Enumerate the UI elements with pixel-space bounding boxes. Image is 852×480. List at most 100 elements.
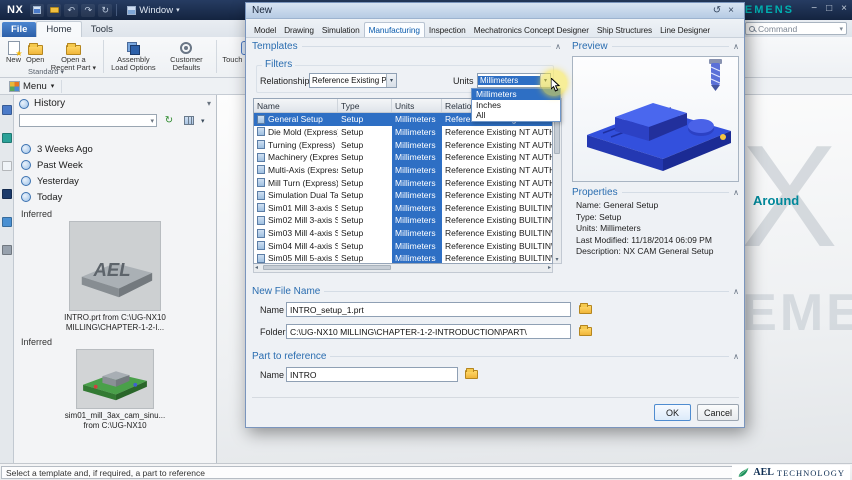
chevron-down-icon: ▾ [176, 7, 180, 14]
resource-bar [0, 95, 14, 463]
history-panel: History ▾ ▾ ↻ ▾ 3 Weeks Ago Past Week Ye… [14, 95, 217, 463]
folder-path-input[interactable] [286, 324, 571, 339]
refresh-icon[interactable]: ↻ [161, 114, 177, 127]
clock-icon [21, 144, 31, 154]
units-option-inches[interactable]: Inches [472, 100, 560, 111]
history-thumbnail-sim01[interactable] [76, 349, 154, 409]
resource-bar-icon[interactable] [1, 245, 12, 255]
template-row[interactable]: Machinery (Express) Setup Millimeters Re… [254, 150, 552, 164]
browse-folder-button[interactable] [576, 324, 594, 339]
collapse-chevron-icon[interactable]: ∧ [733, 188, 739, 197]
inferred-label: Inferred [21, 337, 53, 347]
template-row[interactable]: Sim03 Mill 4-axis Si... Setup Millimeter… [254, 226, 552, 240]
save-icon[interactable] [30, 3, 45, 17]
open-folder-icon [27, 40, 43, 56]
history-group-item[interactable]: 3 Weeks Ago [14, 141, 216, 157]
tab-manufacturing[interactable]: Manufacturing [363, 22, 425, 37]
column-header-type[interactable]: Type [338, 99, 392, 112]
column-header-units[interactable]: Units [392, 99, 442, 112]
search-icon [749, 25, 755, 32]
template-row[interactable]: Sim01 Mill 3-axis Si... Setup Millimeter… [254, 201, 552, 215]
tab-ship-structures[interactable]: Ship Structures [593, 23, 656, 37]
browse-file-button[interactable] [576, 302, 594, 317]
assembly-load-options-button[interactable]: Assembly Load Options [107, 39, 159, 74]
resource-bar-icon[interactable] [1, 217, 12, 227]
template-icon [257, 190, 265, 200]
resource-bar-icon[interactable] [1, 189, 12, 199]
vertical-scrollbar[interactable]: ▴ ▾ [553, 98, 562, 264]
minimize-button[interactable]: − [811, 3, 817, 14]
panel-menu-icon[interactable]: ▾ [207, 99, 211, 108]
template-row[interactable]: Sim02 Mill 3-axis Si... Setup Millimeter… [254, 214, 552, 227]
horizontal-scrollbar[interactable]: ◂ ▸ [253, 264, 553, 273]
history-item-caption: sim01_mill_3ax_cam_sinu... from C:\UG-NX… [64, 411, 166, 430]
template-row[interactable]: Sim05 Mill 5-axis Si... Setup Millimeter… [254, 252, 552, 263]
column-header-name[interactable]: Name [254, 99, 338, 112]
menu-button[interactable]: Menu ▾ [3, 79, 63, 93]
window-menu[interactable]: Window ▾ [127, 4, 180, 16]
reset-icon[interactable]: ↺ [710, 5, 724, 16]
history-group-item[interactable]: Today [14, 189, 216, 205]
file-name-input[interactable] [286, 302, 571, 317]
history-group-item[interactable]: Yesterday [14, 173, 216, 189]
chevron-down-icon[interactable]: ▾ [201, 117, 205, 125]
history-group-item[interactable]: Past Week [14, 157, 216, 173]
close-button[interactable]: × [841, 3, 847, 14]
resource-bar-icon[interactable] [1, 161, 12, 171]
folder-icon [578, 303, 592, 314]
tab-line-designer[interactable]: Line Designer [656, 23, 714, 37]
tab-tools[interactable]: Tools [82, 22, 122, 37]
template-row[interactable]: Turning (Express) Setup Millimeters Refe… [254, 138, 552, 151]
tab-mechatronics-concept-designer[interactable]: Mechatronics Concept Designer [470, 23, 593, 37]
units-option-all[interactable]: All [472, 110, 560, 121]
scroll-left-icon[interactable]: ◂ [255, 264, 258, 271]
dialog-close-icon[interactable]: × [724, 5, 738, 16]
collapse-chevron-icon[interactable]: ∧ [733, 287, 739, 296]
template-row[interactable]: Die Mold (Express) Setup Millimeters Ref… [254, 125, 552, 139]
scrollbar-thumb[interactable] [263, 265, 391, 270]
units-dropdown[interactable]: Millimeters ▾ [477, 73, 551, 88]
reference-part-input[interactable] [286, 367, 458, 382]
collapse-chevron-icon[interactable]: ∧ [733, 352, 739, 361]
new-button[interactable]: ★ New [4, 39, 23, 74]
relationship-dropdown[interactable]: Reference Existing Part ▾ [309, 73, 397, 88]
tab-simulation[interactable]: Simulation [318, 23, 364, 37]
template-icon [257, 203, 265, 213]
units-label: Units [453, 76, 474, 86]
customer-defaults-button[interactable]: Customer Defaults [160, 39, 212, 74]
menu-grid-icon [9, 80, 20, 92]
view-grid-icon[interactable] [181, 114, 197, 127]
scroll-down-icon[interactable]: ▾ [553, 256, 561, 263]
history-filter-combo[interactable]: ▾ [19, 114, 157, 127]
resource-bar-icon[interactable] [1, 133, 12, 143]
command-search[interactable]: Command ▾ [745, 22, 847, 35]
collapse-chevron-icon[interactable]: ∧ [733, 42, 739, 51]
tab-home[interactable]: Home [36, 21, 82, 37]
template-icon [257, 152, 265, 162]
history-thumbnail-intro[interactable]: AEL [69, 221, 161, 311]
template-table: Name Type Units Relation... General Setu… [253, 98, 553, 264]
window-menu-label: Window [139, 4, 174, 16]
dialog-titlebar[interactable]: New ↺ × [246, 3, 744, 19]
browse-reference-button[interactable] [462, 367, 480, 382]
folder-icon [464, 368, 478, 379]
template-row[interactable]: Sim04 Mill 4-axis Si... Setup Millimeter… [254, 239, 552, 253]
template-row[interactable]: Multi-Axis (Express) Setup Millimeters R… [254, 163, 552, 177]
resource-bar-icon[interactable] [1, 105, 12, 115]
ribbon-group-label[interactable]: Standard ▾ [28, 67, 64, 76]
cancel-button[interactable]: Cancel [697, 404, 739, 421]
template-row[interactable]: Simulation Dual Ta... Setup Millimeters … [254, 188, 552, 202]
repeat-command-icon[interactable]: ↻ [98, 3, 113, 17]
ok-button[interactable]: OK [654, 404, 691, 421]
scroll-right-icon[interactable]: ▸ [548, 264, 551, 271]
tab-model[interactable]: Model [250, 23, 280, 37]
maximize-button[interactable]: □ [826, 3, 832, 14]
open-icon[interactable] [47, 3, 62, 17]
collapse-chevron-icon[interactable]: ∧ [555, 42, 561, 51]
tab-inspection[interactable]: Inspection [425, 23, 470, 37]
template-row[interactable]: Mill Turn (Express) Setup Millimeters Re… [254, 176, 552, 189]
redo-icon[interactable]: ↷ [81, 3, 96, 17]
tab-file[interactable]: File [2, 22, 37, 37]
undo-icon[interactable]: ↶ [64, 3, 79, 17]
tab-drawing[interactable]: Drawing [280, 23, 318, 37]
